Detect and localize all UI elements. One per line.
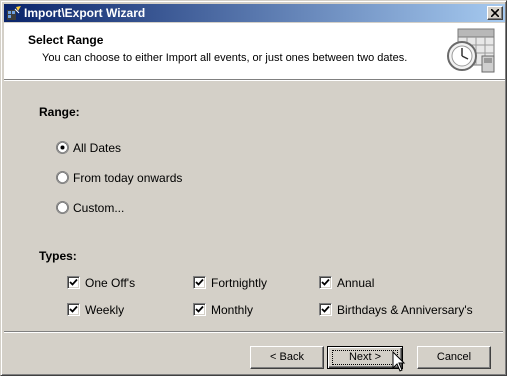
app-icon (7, 6, 21, 20)
checkbox-label-one-offs[interactable]: One Off's (85, 276, 135, 290)
radio-all-dates[interactable] (56, 141, 69, 154)
checkmark-icon (321, 305, 330, 313)
wizard-window: Import\Export Wizard Select Range You ca… (0, 0, 507, 376)
cancel-button[interactable]: Cancel (417, 346, 491, 369)
checkmark-icon (195, 305, 204, 313)
page-title: Select Range (28, 33, 104, 47)
checkbox-weekly[interactable] (67, 303, 80, 316)
cancel-button-label: Cancel (436, 351, 472, 363)
checkbox-fortnightly[interactable] (193, 276, 206, 289)
footer-divider (4, 331, 503, 333)
radio-custom[interactable] (56, 201, 69, 214)
checkmark-icon (69, 278, 78, 286)
checkmark-icon (321, 278, 330, 286)
radio-label-from-today[interactable]: From today onwards (73, 171, 182, 185)
wizard-header: Select Range You can choose to either Im… (4, 23, 505, 79)
checkbox-birthdays-anniversaries[interactable] (319, 303, 332, 316)
back-button[interactable]: < Back (250, 346, 324, 369)
close-icon (491, 9, 499, 17)
next-button-label: Next > (348, 351, 382, 363)
checkmark-icon (195, 278, 204, 286)
checkbox-label-fortnightly[interactable]: Fortnightly (211, 276, 267, 290)
checkmark-icon (69, 305, 78, 313)
mouse-pointer-icon (392, 351, 406, 372)
radio-label-all-dates[interactable]: All Dates (73, 141, 121, 155)
radio-label-custom[interactable]: Custom... (73, 201, 124, 215)
range-label: Range: (39, 105, 80, 119)
checkbox-annual[interactable] (319, 276, 332, 289)
header-divider (4, 79, 505, 81)
checkbox-monthly[interactable] (193, 303, 206, 316)
back-button-label: < Back (270, 351, 304, 363)
checkbox-label-weekly[interactable]: Weekly (85, 303, 124, 317)
checkbox-label-birthdays-anniversaries[interactable]: Birthdays & Anniversary's (337, 303, 473, 317)
checkbox-label-monthly[interactable]: Monthly (211, 303, 253, 317)
page-subtitle: You can choose to either Import all even… (42, 52, 408, 64)
types-label: Types: (39, 249, 77, 263)
checkbox-label-annual[interactable]: Annual (337, 276, 374, 290)
close-button[interactable] (487, 6, 503, 20)
title-bar[interactable]: Import\Export Wizard (4, 4, 505, 22)
checkbox-one-offs[interactable] (67, 276, 80, 289)
radio-from-today[interactable] (56, 171, 69, 184)
window-title: Import\Export Wizard (24, 6, 146, 20)
calendar-clock-icon (447, 28, 495, 73)
